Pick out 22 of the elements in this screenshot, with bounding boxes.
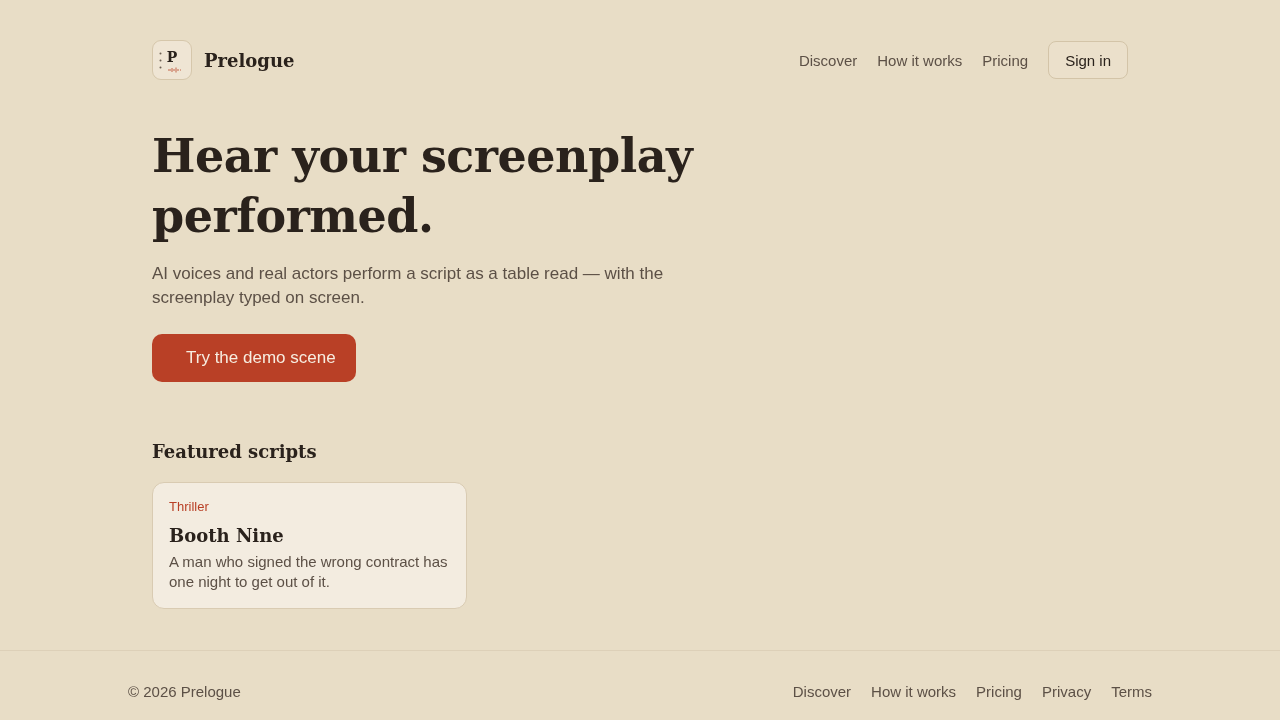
script-card[interactable]: Thriller Booth Nine A man who signed the wrong contract has one night to get out of it. xyxy=(152,482,467,609)
footer-link[interactable]: How it works xyxy=(871,683,957,700)
nav-link[interactable]: How it works xyxy=(877,51,963,69)
genre-label: Thriller xyxy=(169,498,210,516)
logo-letter: P xyxy=(166,50,178,64)
script-logline: A man who signed the wrong contract has one night to get out of it. xyxy=(169,552,449,592)
copyright-text: © 2026 Prelogue xyxy=(128,683,241,700)
footer-link[interactable]: Pricing xyxy=(976,683,1022,700)
footer-link[interactable]: Terms xyxy=(1111,683,1152,700)
hero-title: Hear your screenplay performed. xyxy=(152,128,695,245)
waveform-icon xyxy=(167,67,181,73)
sign-in-button[interactable]: Sign in xyxy=(1048,41,1128,79)
demo-button[interactable]: Try the demo scene xyxy=(152,334,356,382)
footer-link[interactable]: Privacy xyxy=(1041,683,1092,700)
hero-subtitle: AI voices and real actors perform a script as a table read — with the screenplay typed on screen. xyxy=(152,263,665,309)
brand-name[interactable]: Prelogue xyxy=(204,49,295,71)
footer-link[interactable]: Discover xyxy=(792,683,852,700)
nav-link[interactable]: Pricing xyxy=(982,51,1029,69)
section-heading: Featured scripts xyxy=(152,440,317,464)
nav-link[interactable]: Discover xyxy=(798,51,858,69)
script-title: Booth Nine xyxy=(169,524,285,548)
dots-icon xyxy=(159,52,162,69)
